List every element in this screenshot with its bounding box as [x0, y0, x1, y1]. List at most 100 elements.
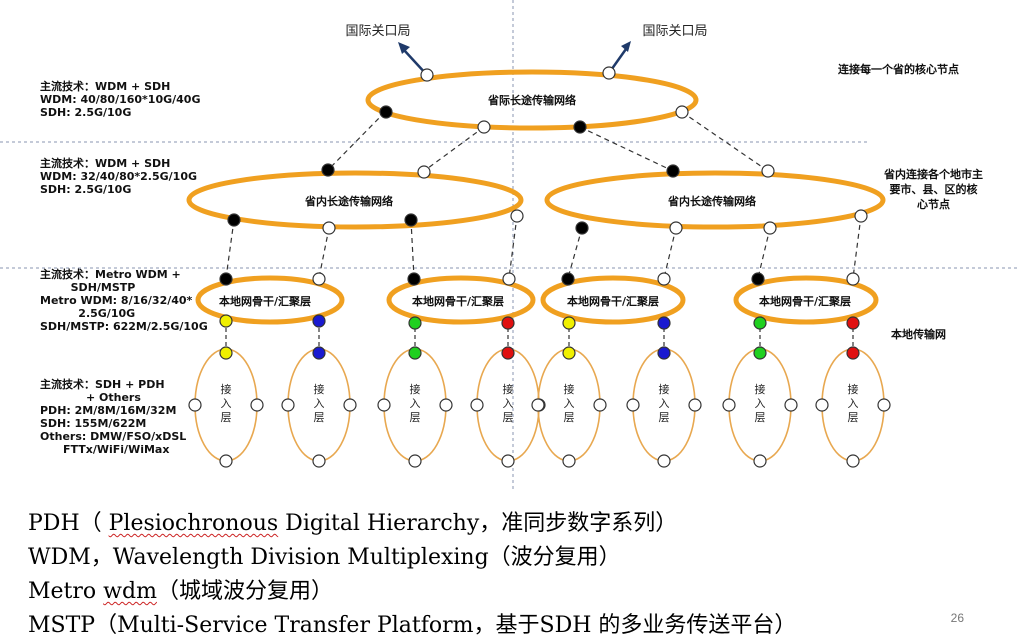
- access-label-char: 层: [848, 411, 859, 424]
- node-open: [531, 398, 545, 412]
- node-green: [408, 316, 422, 330]
- node-open: [753, 454, 767, 468]
- definition-mstp: MSTP（Multi-Service Transfer Platform，基于S…: [28, 613, 797, 638]
- access-label-char: 层: [503, 411, 514, 424]
- node-blue: [657, 346, 671, 360]
- layer-tech-provincial: 主流技术：WDM + SDH WDM: 32/40/80*2.5G/10G SD…: [40, 157, 197, 196]
- node-open: [657, 272, 671, 286]
- node-open: [657, 454, 671, 468]
- def-text: Digital Hierarchy，准同步数字系列）: [278, 511, 678, 536]
- node-open: [854, 209, 868, 223]
- node-yellow: [562, 346, 576, 360]
- backbone-label: 省际长途传输网络: [487, 93, 576, 107]
- tech-line: 主流技术：WDM + SDH: [40, 80, 171, 93]
- access-rings: 接入层 接入层 接入层 接入层 接入层 接入层 接入层 接入层: [188, 348, 891, 468]
- access-label-char: 入: [221, 397, 232, 410]
- node-open: [477, 120, 491, 134]
- node-yellow: [562, 316, 576, 330]
- node-open: [439, 398, 453, 412]
- node-red: [846, 346, 860, 360]
- node-open: [815, 398, 829, 412]
- node-open: [562, 454, 576, 468]
- node-green: [408, 346, 422, 360]
- node-open: [510, 209, 524, 223]
- node-green: [753, 346, 767, 360]
- access-label-char: 层: [410, 411, 421, 424]
- tech-line: WDM: 32/40/80*2.5G/10G: [40, 170, 198, 183]
- node-filled: [575, 221, 589, 235]
- node-red: [501, 316, 515, 330]
- nodes: [219, 66, 868, 360]
- provincial-label: 省内长途传输网络: [304, 194, 393, 208]
- arrow-head: [398, 42, 410, 54]
- note-line: 省内连接各个地市主: [884, 168, 983, 181]
- access-label-char: 接: [564, 383, 575, 396]
- node-open: [784, 398, 798, 412]
- node-blue: [312, 314, 326, 328]
- access-label-char: 层: [564, 411, 575, 424]
- node-open: [846, 454, 860, 468]
- access-label-char: 接: [314, 383, 325, 396]
- note-line: 要市、县、区的核: [889, 183, 978, 196]
- access-label-char: 入: [503, 397, 514, 410]
- page-number: 26: [950, 611, 964, 625]
- provincial-label: 省内长途传输网络: [667, 194, 756, 208]
- def-term: wdm: [103, 579, 157, 604]
- node-filled: [573, 120, 587, 134]
- node-open: [312, 272, 326, 286]
- tech-line: 主流技术：SDH + PDH: [40, 378, 165, 391]
- def-text: Metro: [28, 579, 104, 604]
- tech-line: SDH/MSTP: [40, 281, 136, 294]
- node-red: [846, 316, 860, 330]
- node-open: [688, 398, 702, 412]
- node-blue: [312, 346, 326, 360]
- node-open: [763, 221, 777, 235]
- tech-line: PDH: 2M/8M/16M/32M: [40, 404, 177, 417]
- access-label-char: 接: [221, 383, 232, 396]
- tech-line: SDH: 155M/622M: [40, 417, 147, 430]
- tech-line: 2.5G/10G: [40, 307, 136, 320]
- definition-wdm: WDM，Wavelength Division Multiplexing（波分复…: [28, 545, 621, 570]
- access-label-char: 入: [848, 397, 859, 410]
- definition-metro-wdm: Metro wdm（城域波分复用）: [28, 573, 333, 605]
- access-label-char: 接: [410, 383, 421, 396]
- node-open: [377, 398, 391, 412]
- node-open: [502, 272, 516, 286]
- note-backbone: 连接每一个省的核心节点: [838, 63, 959, 76]
- access-label-char: 入: [410, 397, 421, 410]
- node-open: [343, 398, 357, 412]
- metro-label: 本地网骨干/汇聚层: [759, 294, 851, 308]
- tech-line: Others: DMW/FSO/xDSL: [40, 430, 187, 443]
- node-open: [281, 398, 295, 412]
- tech-line: WDM: 40/80/160*10G/40G: [40, 93, 201, 106]
- definition-pdh: PDH（ Plesiochronous Digital Hierarchy，准同…: [28, 505, 677, 537]
- node-open: [761, 164, 775, 178]
- access-label-char: 接: [503, 383, 514, 396]
- tech-line: + Others: [40, 391, 141, 404]
- node-open: [322, 221, 336, 235]
- node-open: [417, 165, 431, 179]
- node-filled: [751, 272, 765, 286]
- layer-tech-metro: 主流技术：Metro WDM + SDH/MSTP Metro WDM: 8/1…: [40, 268, 208, 333]
- link: [410, 219, 415, 279]
- def-text: PDH（: [28, 511, 109, 536]
- node-open: [593, 398, 607, 412]
- layer-tech-access: 主流技术：SDH + PDH + Others PDH: 2M/8M/16M/3…: [40, 378, 186, 456]
- access-label-char: 接: [755, 383, 766, 396]
- access-label-char: 层: [659, 411, 670, 424]
- tech-line: SDH/MSTP: 622M/2.5G/10G: [40, 320, 208, 333]
- def-term: Plesiochronous: [108, 511, 279, 536]
- node-open: [669, 221, 683, 235]
- node-open: [602, 66, 616, 80]
- node-filled: [404, 213, 418, 227]
- node-filled: [561, 272, 575, 286]
- node-open: [420, 68, 434, 82]
- node-filled: [666, 164, 680, 178]
- node-yellow: [219, 346, 233, 360]
- node-open: [877, 398, 891, 412]
- access-label-char: 入: [564, 397, 575, 410]
- node-open: [675, 105, 689, 119]
- node-red: [501, 346, 515, 360]
- gateway-label: 国际关口局: [642, 24, 707, 39]
- note-provincial: 省内连接各个地市主 要市、县、区的核 心节点: [884, 167, 983, 212]
